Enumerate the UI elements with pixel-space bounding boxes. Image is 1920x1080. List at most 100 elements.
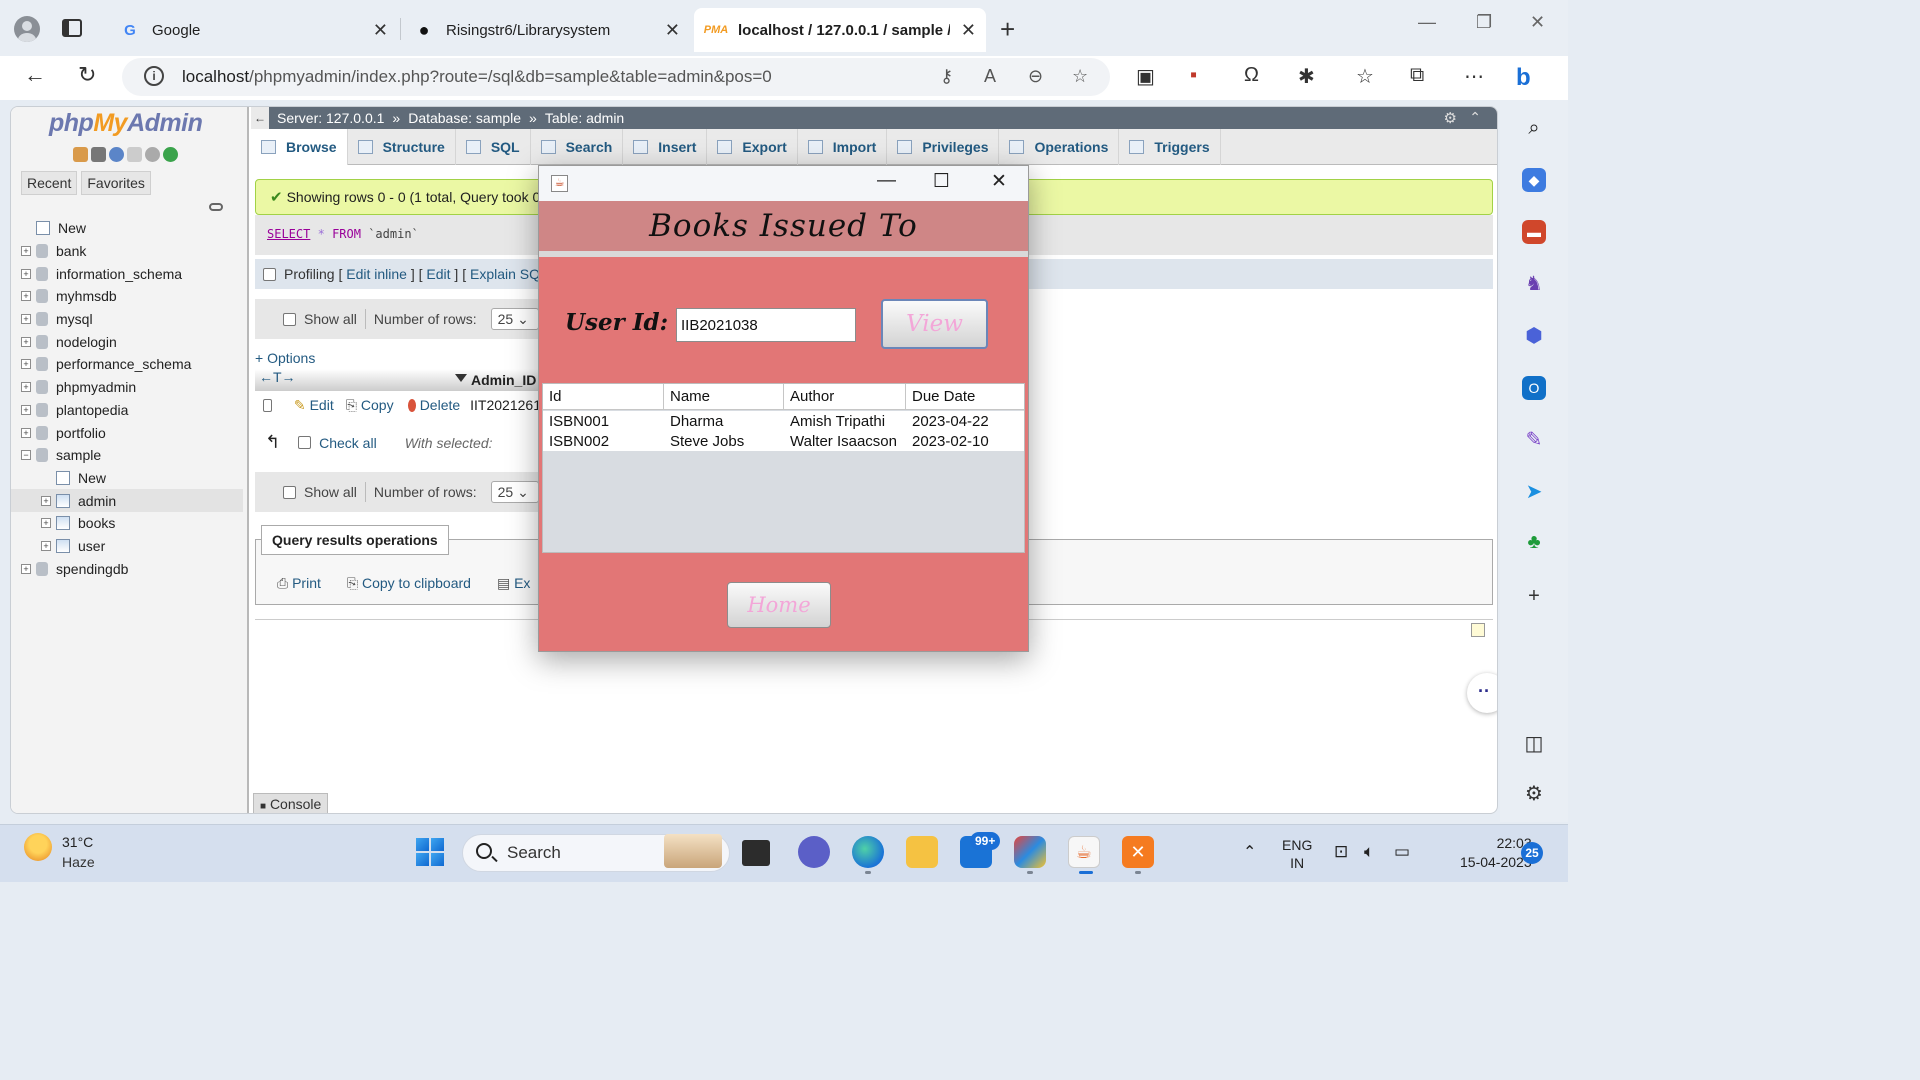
reload-icon[interactable]: [163, 147, 178, 162]
column-resize-arrows-icon[interactable]: ←T→: [259, 369, 296, 385]
home-icon[interactable]: [73, 147, 88, 162]
column-header-id[interactable]: Id: [543, 384, 664, 409]
expand-icon[interactable]: +: [21, 404, 31, 415]
battery-icon[interactable]: ▭: [1394, 842, 1410, 862]
tools-icon[interactable]: ▬: [1522, 220, 1546, 244]
zoom-out-icon[interactable]: ⊖: [1028, 66, 1043, 87]
tab-github[interactable]: ● Risingstr6/Librarysystem ✕: [402, 10, 690, 50]
more-menu-icon[interactable]: ⋯: [1464, 64, 1484, 89]
dialog-maximize-icon[interactable]: ☐: [933, 170, 950, 193]
show-hidden-icons-chevron-icon[interactable]: ⌃: [1243, 842, 1256, 862]
logout-icon[interactable]: [91, 147, 106, 162]
weather-condition[interactable]: Haze: [62, 854, 95, 870]
minimize-window-icon[interactable]: —: [1418, 12, 1436, 33]
designer-icon[interactable]: ✎: [1522, 428, 1546, 452]
key-icon[interactable]: ⚷: [940, 66, 953, 87]
edit-inline-link[interactable]: Edit inline: [346, 266, 407, 282]
site-info-icon[interactable]: i: [144, 66, 164, 86]
explain-sql-link[interactable]: Explain SQL: [470, 266, 548, 282]
url-field[interactable]: localhost/phpmyadmin/index.php?route=/sq…: [122, 58, 1110, 96]
tab-google[interactable]: G Google ✕: [108, 10, 398, 50]
file-explorer-icon[interactable]: [906, 836, 938, 868]
tree-db-mysql[interactable]: + mysql: [21, 308, 243, 331]
refresh-icon[interactable]: ↻: [78, 62, 96, 88]
bing-copilot-icon[interactable]: b: [1516, 64, 1531, 92]
tree-icon[interactable]: ♣: [1522, 530, 1546, 554]
read-aloud-icon[interactable]: A: [984, 66, 996, 87]
edge-app-icon[interactable]: [852, 836, 884, 868]
note-icon[interactable]: [1471, 623, 1485, 637]
tab-import[interactable]: Import: [798, 129, 888, 165]
outlook-icon[interactable]: O: [1522, 376, 1546, 400]
settings-gear-icon[interactable]: ⚙: [1444, 109, 1457, 127]
expand-icon[interactable]: +: [41, 518, 51, 529]
expand-icon[interactable]: +: [21, 427, 31, 438]
row-copy-link[interactable]: Copy: [361, 397, 394, 413]
shopping-icon[interactable]: ◆: [1522, 168, 1546, 192]
tree-db-nodelogin[interactable]: + nodelogin: [21, 330, 243, 353]
show-all-checkbox[interactable]: [283, 312, 296, 326]
table-row[interactable]: ISBN001 Dharma Amish Tripathi 2023-04-22: [543, 411, 1024, 431]
profile-avatar[interactable]: [14, 16, 40, 42]
show-all-checkbox[interactable]: [283, 485, 296, 499]
check-all-label[interactable]: Check all: [319, 435, 377, 451]
link-icon[interactable]: [209, 203, 223, 211]
extension-flag-icon[interactable]: ▪: [1190, 64, 1197, 87]
assistant-bubble-icon[interactable]: [1467, 673, 1497, 713]
tab-browse[interactable]: Browse: [251, 129, 348, 165]
column-header-due-date[interactable]: Due Date: [906, 384, 1024, 409]
tree-new-table[interactable]: New: [21, 467, 243, 490]
tree-db-plantopedia[interactable]: + plantopedia: [21, 399, 243, 422]
tree-db-portfolio[interactable]: + portfolio: [21, 421, 243, 444]
tree-db-information-schema[interactable]: + information_schema: [21, 262, 243, 285]
start-button[interactable]: [416, 838, 444, 866]
rows-select[interactable]: 25 ⌄: [490, 308, 539, 330]
tree-table-user[interactable]: + user: [21, 535, 243, 558]
tree-table-admin[interactable]: + admin: [11, 489, 243, 512]
new-tab-button[interactable]: +: [1000, 14, 1015, 45]
collections-icon[interactable]: ⧉: [1410, 64, 1424, 87]
tree-table-books[interactable]: + books: [21, 512, 243, 535]
check-all-checkbox[interactable]: [298, 436, 312, 449]
close-tab-icon[interactable]: ✕: [961, 20, 976, 41]
volume-icon[interactable]: 🔈︎: [1364, 842, 1374, 862]
close-tab-icon[interactable]: ✕: [373, 20, 388, 41]
docs-icon[interactable]: [127, 147, 142, 162]
add-sidebar-app-icon[interactable]: +: [1522, 584, 1546, 608]
print-link[interactable]: ⎙ Print: [277, 575, 321, 592]
help-icon[interactable]: [109, 147, 124, 162]
recent-tab[interactable]: Recent: [21, 171, 78, 195]
collapse-nav-icon[interactable]: ←: [251, 107, 269, 129]
expand-icon[interactable]: +: [21, 268, 31, 279]
collections-app-icon[interactable]: ▣: [1136, 64, 1155, 89]
view-button[interactable]: View: [881, 299, 988, 349]
omega-extension-icon[interactable]: Ω: [1244, 64, 1259, 87]
export-link[interactable]: ▤ Ex: [497, 575, 530, 592]
console-toggle[interactable]: ■ Console: [253, 793, 329, 813]
dialog-close-icon[interactable]: ✕: [991, 170, 1007, 193]
restore-window-icon[interactable]: ❐: [1476, 12, 1492, 33]
expand-icon[interactable]: +: [21, 314, 31, 325]
table-row[interactable]: ISBN002 Steve Jobs Walter Isaacson 2023-…: [543, 431, 1024, 451]
close-tab-icon[interactable]: ✕: [665, 20, 680, 41]
games-icon[interactable]: ♞: [1522, 272, 1546, 296]
java-app-icon[interactable]: ☕: [1068, 836, 1100, 868]
tab-privileges[interactable]: Privileges: [887, 129, 1000, 165]
expand-icon[interactable]: +: [21, 246, 31, 257]
expand-icon[interactable]: +: [41, 495, 51, 506]
add-favorite-icon[interactable]: ☆: [1072, 66, 1088, 87]
tree-new[interactable]: New: [21, 217, 243, 240]
pma-logo[interactable]: phpMyAdmin: [49, 109, 203, 138]
breadcrumb-table[interactable]: Table: admin: [545, 110, 624, 126]
teams-chat-icon[interactable]: [798, 836, 830, 868]
app-hexagon-icon[interactable]: [1014, 836, 1046, 868]
home-button[interactable]: Home: [727, 582, 831, 628]
tree-db-sample[interactable]: − sample: [21, 444, 243, 467]
favorites-icon[interactable]: ☆: [1356, 64, 1374, 89]
tab-actions-icon[interactable]: [62, 19, 82, 37]
expand-icon[interactable]: +: [21, 336, 31, 347]
column-header-name[interactable]: Name: [664, 384, 784, 409]
copy-to-clipboard-link[interactable]: ⎘ Copy to clipboard: [347, 575, 471, 592]
breadcrumb-server[interactable]: Server: 127.0.0.1: [277, 110, 384, 126]
sidebar-search-icon[interactable]: ⌕: [1522, 116, 1546, 140]
